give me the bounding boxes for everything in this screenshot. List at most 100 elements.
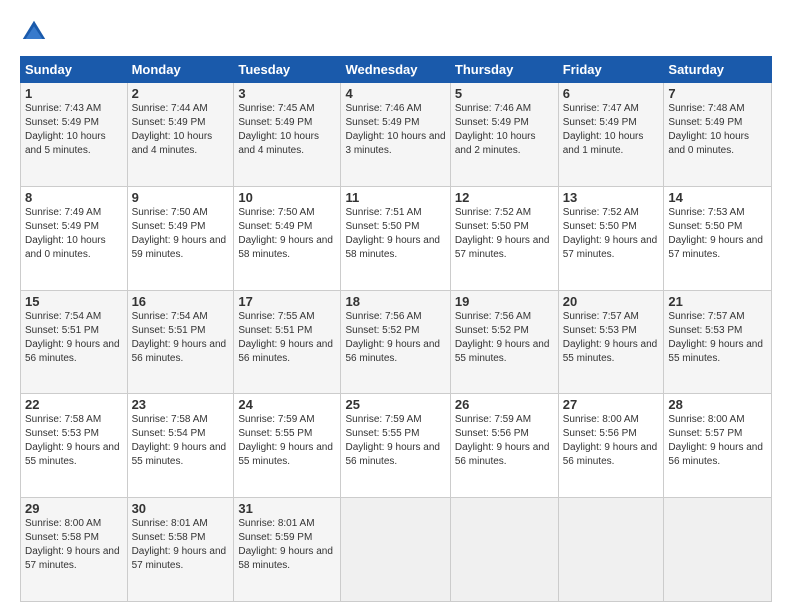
day-info: Sunrise: 7:58 AMSunset: 5:53 PMDaylight:… (25, 413, 123, 469)
day-number: 6 (563, 86, 660, 101)
day-number: 30 (132, 501, 230, 516)
calendar-cell: 13Sunrise: 7:52 AMSunset: 5:50 PMDayligh… (558, 186, 664, 290)
day-number: 17 (238, 294, 336, 309)
header-row: SundayMondayTuesdayWednesdayThursdayFrid… (21, 57, 772, 83)
header-day-wednesday: Wednesday (341, 57, 450, 83)
header-day-sunday: Sunday (21, 57, 128, 83)
calendar-cell (450, 498, 558, 602)
calendar-cell: 6Sunrise: 7:47 AMSunset: 5:49 PMDaylight… (558, 83, 664, 187)
day-info: Sunrise: 7:52 AMSunset: 5:50 PMDaylight:… (563, 206, 660, 262)
logo-icon (20, 18, 48, 46)
day-number: 22 (25, 397, 123, 412)
calendar-cell: 30Sunrise: 8:01 AMSunset: 5:58 PMDayligh… (127, 498, 234, 602)
day-number: 25 (345, 397, 445, 412)
calendar-cell: 7Sunrise: 7:48 AMSunset: 5:49 PMDaylight… (664, 83, 772, 187)
day-info: Sunrise: 7:53 AMSunset: 5:50 PMDaylight:… (668, 206, 767, 262)
day-number: 12 (455, 190, 554, 205)
day-info: Sunrise: 7:45 AMSunset: 5:49 PMDaylight:… (238, 102, 336, 158)
week-row-3: 15Sunrise: 7:54 AMSunset: 5:51 PMDayligh… (21, 290, 772, 394)
calendar-cell: 15Sunrise: 7:54 AMSunset: 5:51 PMDayligh… (21, 290, 128, 394)
calendar-cell: 10Sunrise: 7:50 AMSunset: 5:49 PMDayligh… (234, 186, 341, 290)
day-info: Sunrise: 7:49 AMSunset: 5:49 PMDaylight:… (25, 206, 123, 262)
calendar-cell: 3Sunrise: 7:45 AMSunset: 5:49 PMDaylight… (234, 83, 341, 187)
day-number: 26 (455, 397, 554, 412)
calendar-cell: 9Sunrise: 7:50 AMSunset: 5:49 PMDaylight… (127, 186, 234, 290)
calendar-cell: 5Sunrise: 7:46 AMSunset: 5:49 PMDaylight… (450, 83, 558, 187)
day-info: Sunrise: 7:59 AMSunset: 5:56 PMDaylight:… (455, 413, 554, 469)
day-number: 24 (238, 397, 336, 412)
day-info: Sunrise: 7:50 AMSunset: 5:49 PMDaylight:… (132, 206, 230, 262)
day-number: 13 (563, 190, 660, 205)
day-number: 2 (132, 86, 230, 101)
calendar-cell: 2Sunrise: 7:44 AMSunset: 5:49 PMDaylight… (127, 83, 234, 187)
calendar-cell: 17Sunrise: 7:55 AMSunset: 5:51 PMDayligh… (234, 290, 341, 394)
calendar-cell: 25Sunrise: 7:59 AMSunset: 5:55 PMDayligh… (341, 394, 450, 498)
calendar-cell: 21Sunrise: 7:57 AMSunset: 5:53 PMDayligh… (664, 290, 772, 394)
day-info: Sunrise: 8:01 AMSunset: 5:58 PMDaylight:… (132, 517, 230, 573)
day-number: 18 (345, 294, 445, 309)
day-number: 21 (668, 294, 767, 309)
day-number: 23 (132, 397, 230, 412)
week-row-1: 1Sunrise: 7:43 AMSunset: 5:49 PMDaylight… (21, 83, 772, 187)
header-day-friday: Friday (558, 57, 664, 83)
calendar-table: SundayMondayTuesdayWednesdayThursdayFrid… (20, 56, 772, 602)
day-info: Sunrise: 7:57 AMSunset: 5:53 PMDaylight:… (563, 310, 660, 366)
day-number: 31 (238, 501, 336, 516)
day-number: 28 (668, 397, 767, 412)
day-number: 14 (668, 190, 767, 205)
day-info: Sunrise: 7:52 AMSunset: 5:50 PMDaylight:… (455, 206, 554, 262)
day-info: Sunrise: 7:55 AMSunset: 5:51 PMDaylight:… (238, 310, 336, 366)
day-info: Sunrise: 7:56 AMSunset: 5:52 PMDaylight:… (345, 310, 445, 366)
header-day-thursday: Thursday (450, 57, 558, 83)
day-info: Sunrise: 7:46 AMSunset: 5:49 PMDaylight:… (345, 102, 445, 158)
day-number: 27 (563, 397, 660, 412)
calendar-cell: 22Sunrise: 7:58 AMSunset: 5:53 PMDayligh… (21, 394, 128, 498)
calendar-cell: 8Sunrise: 7:49 AMSunset: 5:49 PMDaylight… (21, 186, 128, 290)
day-info: Sunrise: 7:48 AMSunset: 5:49 PMDaylight:… (668, 102, 767, 158)
week-row-5: 29Sunrise: 8:00 AMSunset: 5:58 PMDayligh… (21, 498, 772, 602)
week-row-4: 22Sunrise: 7:58 AMSunset: 5:53 PMDayligh… (21, 394, 772, 498)
day-number: 15 (25, 294, 123, 309)
calendar-cell: 19Sunrise: 7:56 AMSunset: 5:52 PMDayligh… (450, 290, 558, 394)
day-info: Sunrise: 7:59 AMSunset: 5:55 PMDaylight:… (345, 413, 445, 469)
day-info: Sunrise: 7:44 AMSunset: 5:49 PMDaylight:… (132, 102, 230, 158)
day-number: 20 (563, 294, 660, 309)
calendar-cell (341, 498, 450, 602)
calendar-cell (558, 498, 664, 602)
page: SundayMondayTuesdayWednesdayThursdayFrid… (0, 0, 792, 612)
calendar-cell: 27Sunrise: 8:00 AMSunset: 5:56 PMDayligh… (558, 394, 664, 498)
day-info: Sunrise: 7:54 AMSunset: 5:51 PMDaylight:… (132, 310, 230, 366)
day-number: 4 (345, 86, 445, 101)
day-info: Sunrise: 7:58 AMSunset: 5:54 PMDaylight:… (132, 413, 230, 469)
day-number: 29 (25, 501, 123, 516)
week-row-2: 8Sunrise: 7:49 AMSunset: 5:49 PMDaylight… (21, 186, 772, 290)
header-day-saturday: Saturday (664, 57, 772, 83)
day-number: 5 (455, 86, 554, 101)
day-number: 19 (455, 294, 554, 309)
day-info: Sunrise: 8:01 AMSunset: 5:59 PMDaylight:… (238, 517, 336, 573)
calendar-cell: 12Sunrise: 7:52 AMSunset: 5:50 PMDayligh… (450, 186, 558, 290)
day-number: 3 (238, 86, 336, 101)
calendar-cell: 4Sunrise: 7:46 AMSunset: 5:49 PMDaylight… (341, 83, 450, 187)
day-info: Sunrise: 7:54 AMSunset: 5:51 PMDaylight:… (25, 310, 123, 366)
day-info: Sunrise: 7:56 AMSunset: 5:52 PMDaylight:… (455, 310, 554, 366)
day-number: 16 (132, 294, 230, 309)
calendar-header: SundayMondayTuesdayWednesdayThursdayFrid… (21, 57, 772, 83)
calendar-cell: 29Sunrise: 8:00 AMSunset: 5:58 PMDayligh… (21, 498, 128, 602)
day-info: Sunrise: 8:00 AMSunset: 5:57 PMDaylight:… (668, 413, 767, 469)
calendar-cell: 28Sunrise: 8:00 AMSunset: 5:57 PMDayligh… (664, 394, 772, 498)
day-info: Sunrise: 8:00 AMSunset: 5:58 PMDaylight:… (25, 517, 123, 573)
calendar-cell: 1Sunrise: 7:43 AMSunset: 5:49 PMDaylight… (21, 83, 128, 187)
day-number: 9 (132, 190, 230, 205)
calendar-cell: 31Sunrise: 8:01 AMSunset: 5:59 PMDayligh… (234, 498, 341, 602)
calendar-cell (664, 498, 772, 602)
day-info: Sunrise: 7:57 AMSunset: 5:53 PMDaylight:… (668, 310, 767, 366)
day-number: 1 (25, 86, 123, 101)
day-info: Sunrise: 7:47 AMSunset: 5:49 PMDaylight:… (563, 102, 660, 158)
day-number: 11 (345, 190, 445, 205)
logo (20, 18, 52, 46)
calendar-body: 1Sunrise: 7:43 AMSunset: 5:49 PMDaylight… (21, 83, 772, 602)
calendar-cell: 14Sunrise: 7:53 AMSunset: 5:50 PMDayligh… (664, 186, 772, 290)
calendar-cell: 24Sunrise: 7:59 AMSunset: 5:55 PMDayligh… (234, 394, 341, 498)
header-day-tuesday: Tuesday (234, 57, 341, 83)
